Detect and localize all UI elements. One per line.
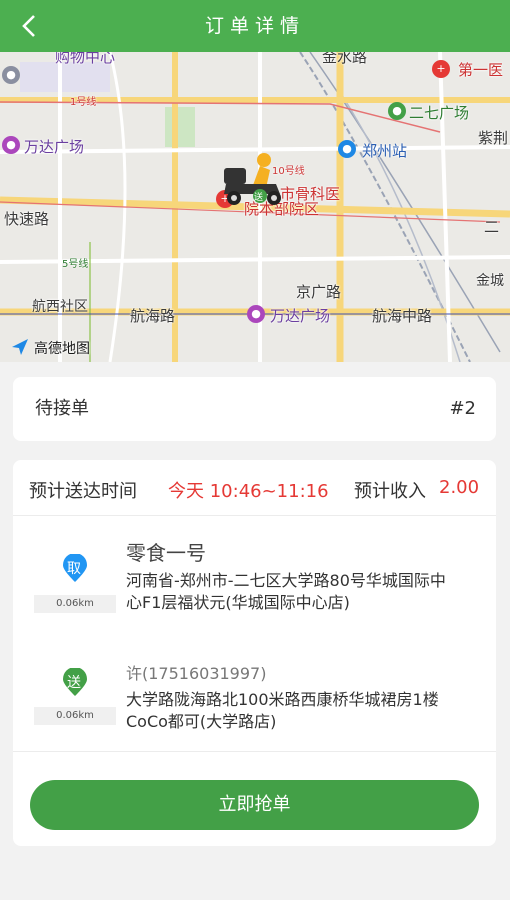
pickup-marker-text: 取 — [67, 561, 81, 577]
map-attribution: 高德地图 — [34, 341, 90, 357]
eta-value: 今天 10:46~11:16 — [168, 481, 329, 502]
map-label-first-hospital: 第一医 — [458, 61, 504, 79]
map-label-expressway: 快速路 — [4, 210, 50, 228]
poi-pin-icon: ● — [2, 66, 20, 84]
map-label-hangxi-community: 航西社区 — [32, 299, 88, 315]
map-label-jinshui-road: 金水路 — [322, 52, 368, 66]
shop-name: 零食一号 — [126, 541, 206, 565]
pickup-distance: 0.06km — [34, 595, 116, 613]
rider-badge: 送 — [254, 193, 264, 203]
map-label-wanda-left: 万达广场 — [24, 138, 85, 156]
mall-pin-icon: ● — [247, 305, 265, 323]
map-label-jin: 金城 — [476, 273, 504, 289]
divider — [13, 751, 496, 752]
map-label-purple-mountain: 紫荆 — [478, 129, 509, 147]
map-label-hanghai-middle-road: 航海中路 — [372, 307, 433, 325]
page-title: 订单详情 — [204, 15, 305, 37]
map-label-line5: 5号线 — [62, 259, 89, 270]
square-pin-icon: ● — [388, 102, 406, 120]
pickup-marker-icon: 取 — [60, 553, 90, 584]
map-label-shopping-center: 购物中心 — [55, 52, 116, 66]
grab-order-button[interactable]: 立即抢单 — [30, 780, 479, 830]
delivery-distance: 0.06km — [34, 707, 116, 725]
order-number: #2 — [449, 398, 476, 419]
order-detail-card: 预计送达时间 今天 10:46~11:16 预计收入 2.00 取 0.06km… — [13, 460, 496, 846]
map-view[interactable]: 购物中心 金水路 + 第一医 ● 1号线 ● 二七广场 ● 万达广场 紫荆 ● … — [0, 52, 510, 362]
delivery-marker-icon: 送 — [60, 667, 90, 698]
customer-contact[interactable]: 许(17516031997) — [126, 660, 266, 684]
eta-row: 预计送达时间 今天 10:46~11:16 预计收入 2.00 — [13, 460, 496, 516]
hospital-pin-icon: + — [432, 60, 450, 78]
map-label-erqi-square: 二七广场 — [409, 104, 470, 122]
map-label-jingguang-road: 京广路 — [296, 283, 342, 301]
station-pin-icon: ● — [338, 140, 356, 158]
mall-pin-icon: ● — [2, 136, 20, 154]
eta-label: 预计送达时间 — [29, 481, 137, 502]
top-bar: 订单详情 — [0, 0, 510, 52]
map-label-line1: 1号线 — [70, 97, 97, 108]
map-label-zhengzhou-station: 郑州站 — [362, 142, 408, 160]
map-label-wanda-bottom: 万达广场 — [270, 307, 331, 325]
pickup-address: 河南省-郑州市-二七区大学路80号华城国际中心F1层福状元(华城国际中心店) — [126, 571, 446, 612]
amap-logo-icon — [10, 337, 30, 357]
income-value: 2.00 — [439, 477, 480, 498]
income-label: 预计收入 — [354, 481, 426, 502]
map-label-er: 二 — [484, 218, 500, 236]
delivery-marker-text: 送 — [67, 675, 81, 691]
delivery-address: 大学路陇海路北100米路西康桥华城裙房1楼CoCo都可(大学路店) — [126, 690, 439, 731]
map-label-hanghai-road: 航海路 — [130, 307, 176, 325]
scooter-rider-icon: 送 — [220, 150, 290, 208]
order-status: 待接单 — [35, 398, 89, 419]
order-status-card: 待接单 #2 — [13, 377, 496, 441]
